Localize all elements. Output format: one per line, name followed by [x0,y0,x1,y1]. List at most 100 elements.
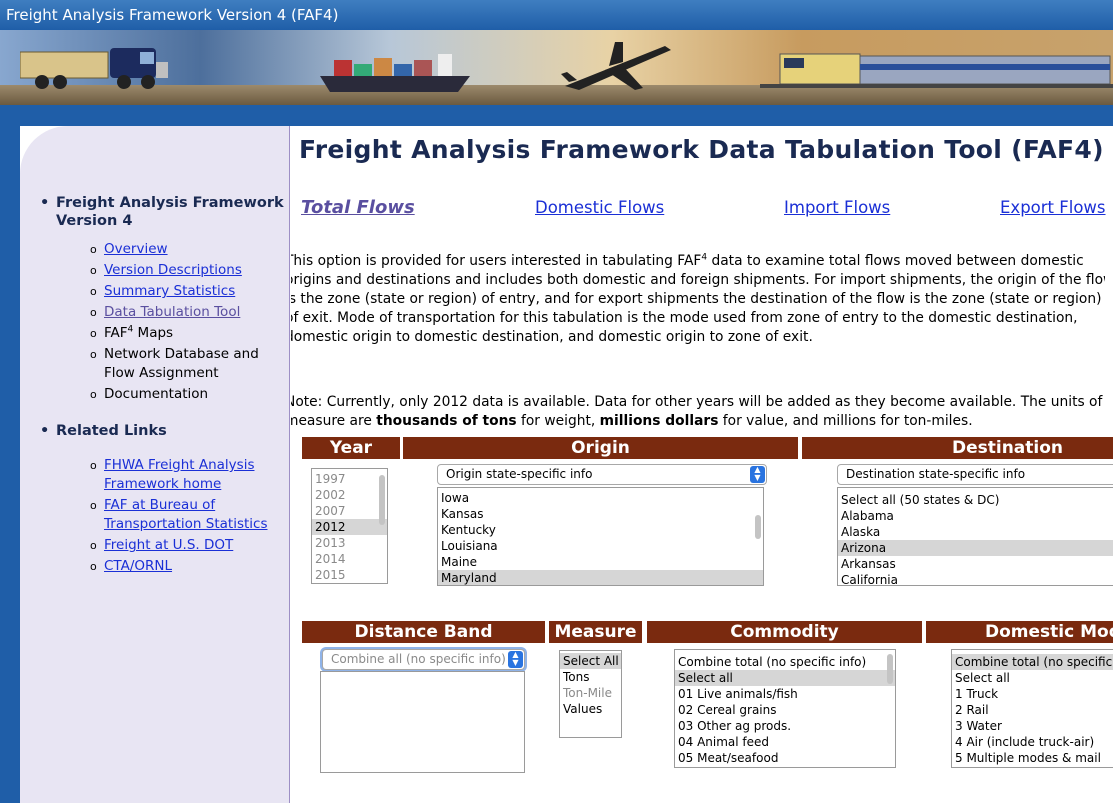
fhwa-link[interactable]: FHWA Freight Analysis Framework home [104,457,254,492]
sidebar-sublist: o Overview o Version Descriptions o Summary… [40,240,290,404]
origin-option-selected[interactable]: Maryland [438,570,763,585]
data-tabulation-tool-link[interactable]: Data Tabulation Tool [104,304,240,320]
circle-bullet-icon: o [90,459,97,472]
commodity-option[interactable]: Combine total (no specific info) [675,654,895,670]
circle-bullet-icon: o [90,348,97,361]
sidebar-item-version-descriptions: o Version Descriptions [90,261,290,280]
overview-link[interactable]: Overview [104,241,168,257]
origin-listbox[interactable]: Iowa Kansas Kentucky Louisiana Maine Mar… [437,487,764,586]
tab-domestic-flows[interactable]: Domestic Flows [535,198,664,217]
year-option[interactable]: 2013 [312,535,387,551]
commodity-scrollbar[interactable] [887,654,893,684]
note-paragraph: Note: Currently, only 2012 data is avail… [291,393,1105,431]
year-listbox[interactable]: 1997 2002 2007 2012 2013 2014 2015 [311,468,388,584]
tab-total-flows[interactable]: Total Flows [301,197,415,218]
sidebar-item-summary-statistics: o Summary Statistics [90,282,290,301]
circle-bullet-icon: o [90,388,97,401]
year-option[interactable]: 2007 [312,503,387,519]
documentation-label: Documentation [104,386,209,402]
sidebar-section-faf4: • Freight Analysis Framework Version 4 o… [40,194,290,404]
circle-bullet-icon: o [90,560,97,573]
sidebar-item-usdot: o Freight at U.S. DOT [90,536,290,555]
distance-band-listbox[interactable] [320,671,525,773]
sidebar-item-network-database: o Network Database and Flow Assignment [90,345,290,383]
cta-ornl-link[interactable]: CTA/ORNL [104,558,172,574]
note-text: measure are [291,413,377,429]
sidebar-item-cta-ornl: o CTA/ORNL [90,557,290,576]
measure-header: Measure [549,621,642,643]
destination-option[interactable]: Alabama [838,508,1113,524]
origin-option[interactable]: Louisiana [438,538,763,554]
year-option[interactable]: 2015 [312,567,387,583]
faf4-maps-label-pre: FAF [104,325,128,341]
destination-option-selected[interactable]: Arizona [838,540,1113,556]
measure-listbox[interactable]: Select All Tons Ton-Mile Values [559,650,622,738]
main-content: Freight Analysis Framework Data Tabulati… [291,126,1113,803]
origin-option[interactable]: Iowa [438,490,763,506]
year-option-selected[interactable]: 2012 [312,519,387,535]
measure-option[interactable]: Values [560,701,621,717]
description-line: of exit. Mode of transportation for this… [291,310,1078,326]
domestic-mode-option-selected[interactable]: Combine total (no specific info) [952,654,1113,670]
destination-option[interactable]: California [838,572,1113,585]
commodity-option[interactable]: 01 Live animals/fish [675,686,895,702]
domestic-mode-option[interactable]: 2 Rail [952,702,1113,718]
circle-bullet-icon: o [90,499,97,512]
origin-scrollbar[interactable] [755,515,761,539]
description-text: This option is provided for users intere… [291,253,702,269]
destination-listbox[interactable]: Select all (50 states & DC) Alabama Alas… [837,487,1113,586]
year-scrollbar[interactable] [379,475,385,525]
airplane-icon [561,42,671,90]
domestic-mode-option[interactable]: 3 Water [952,718,1113,734]
faf4-maps-label-post: Maps [133,325,174,341]
year-option[interactable]: 2002 [312,487,387,503]
note-line: Note: Currently, only 2012 data is avail… [291,394,1103,410]
commodity-option[interactable]: 05 Meat/seafood [675,750,895,766]
usdot-link[interactable]: Freight at U.S. DOT [104,537,233,553]
measure-option[interactable]: Tons [560,669,621,685]
measure-option-selected[interactable]: Select All [560,653,621,669]
sidebar-item-documentation: o Documentation [90,385,290,404]
banner-image [0,30,1113,105]
description-line: origins and destinations and includes bo… [291,272,1105,288]
origin-option[interactable]: Maine [438,554,763,570]
domestic-mode-option[interactable]: 4 Air (include truck-air) [952,734,1113,750]
origin-dropdown[interactable]: Origin state-specific info ▲ ▼ [437,464,767,485]
left-edge-strip [0,126,20,803]
sidebar-item-faf4-maps: o FAF4 Maps [90,324,290,343]
commodity-option[interactable]: 02 Cereal grains [675,702,895,718]
year-option[interactable]: 1997 [312,471,387,487]
origin-option[interactable]: Kansas [438,506,763,522]
version-descriptions-link[interactable]: Version Descriptions [104,262,242,278]
year-option[interactable]: 2014 [312,551,387,567]
domestic-mode-option[interactable]: Select all [952,670,1113,686]
train-icon [760,53,1113,88]
commodity-listbox[interactable]: Combine total (no specific info) Select … [674,649,896,768]
site-title: Freight Analysis Framework Version 4 (FA… [6,6,339,24]
distance-band-dropdown-value: Combine all (no specific info) [331,652,506,666]
tab-import-flows[interactable]: Import Flows [784,198,890,217]
chevron-updown-icon: ▲ ▼ [508,651,523,668]
domestic-mode-option[interactable]: 1 Truck [952,686,1113,702]
ship-icon [320,54,470,92]
description-line: This option is provided for users intere… [291,252,1105,271]
destination-option[interactable]: Arkansas [838,556,1113,572]
destination-dropdown-value: Destination state-specific info [846,467,1026,481]
origin-option[interactable]: Kentucky [438,522,763,538]
commodity-option[interactable]: 03 Other ag prods. [675,718,895,734]
domestic-mode-listbox[interactable]: Combine total (no specific info) Select … [951,649,1113,768]
description-line: is the zone (state or region) of entry, … [291,291,1102,307]
tab-export-flows[interactable]: Export Flows [1000,198,1106,217]
page-title: Freight Analysis Framework Data Tabulati… [299,135,1104,164]
domestic-mode-option[interactable]: 5 Multiple modes & mail [952,750,1113,766]
bts-link[interactable]: FAF at Bureau of Transportation Statisti… [104,497,267,532]
description-paragraph: This option is provided for users intere… [291,252,1105,347]
commodity-option-selected[interactable]: Select all [675,670,895,686]
commodity-option[interactable]: 04 Animal feed [675,734,895,750]
distance-band-dropdown[interactable]: Combine all (no specific info) ▲ ▼ [322,649,525,670]
destination-dropdown[interactable]: Destination state-specific info [837,464,1113,485]
destination-option[interactable]: Select all (50 states & DC) [838,492,1113,508]
header-bottom-band [0,105,1113,126]
summary-statistics-link[interactable]: Summary Statistics [104,283,235,299]
destination-option[interactable]: Alaska [838,524,1113,540]
